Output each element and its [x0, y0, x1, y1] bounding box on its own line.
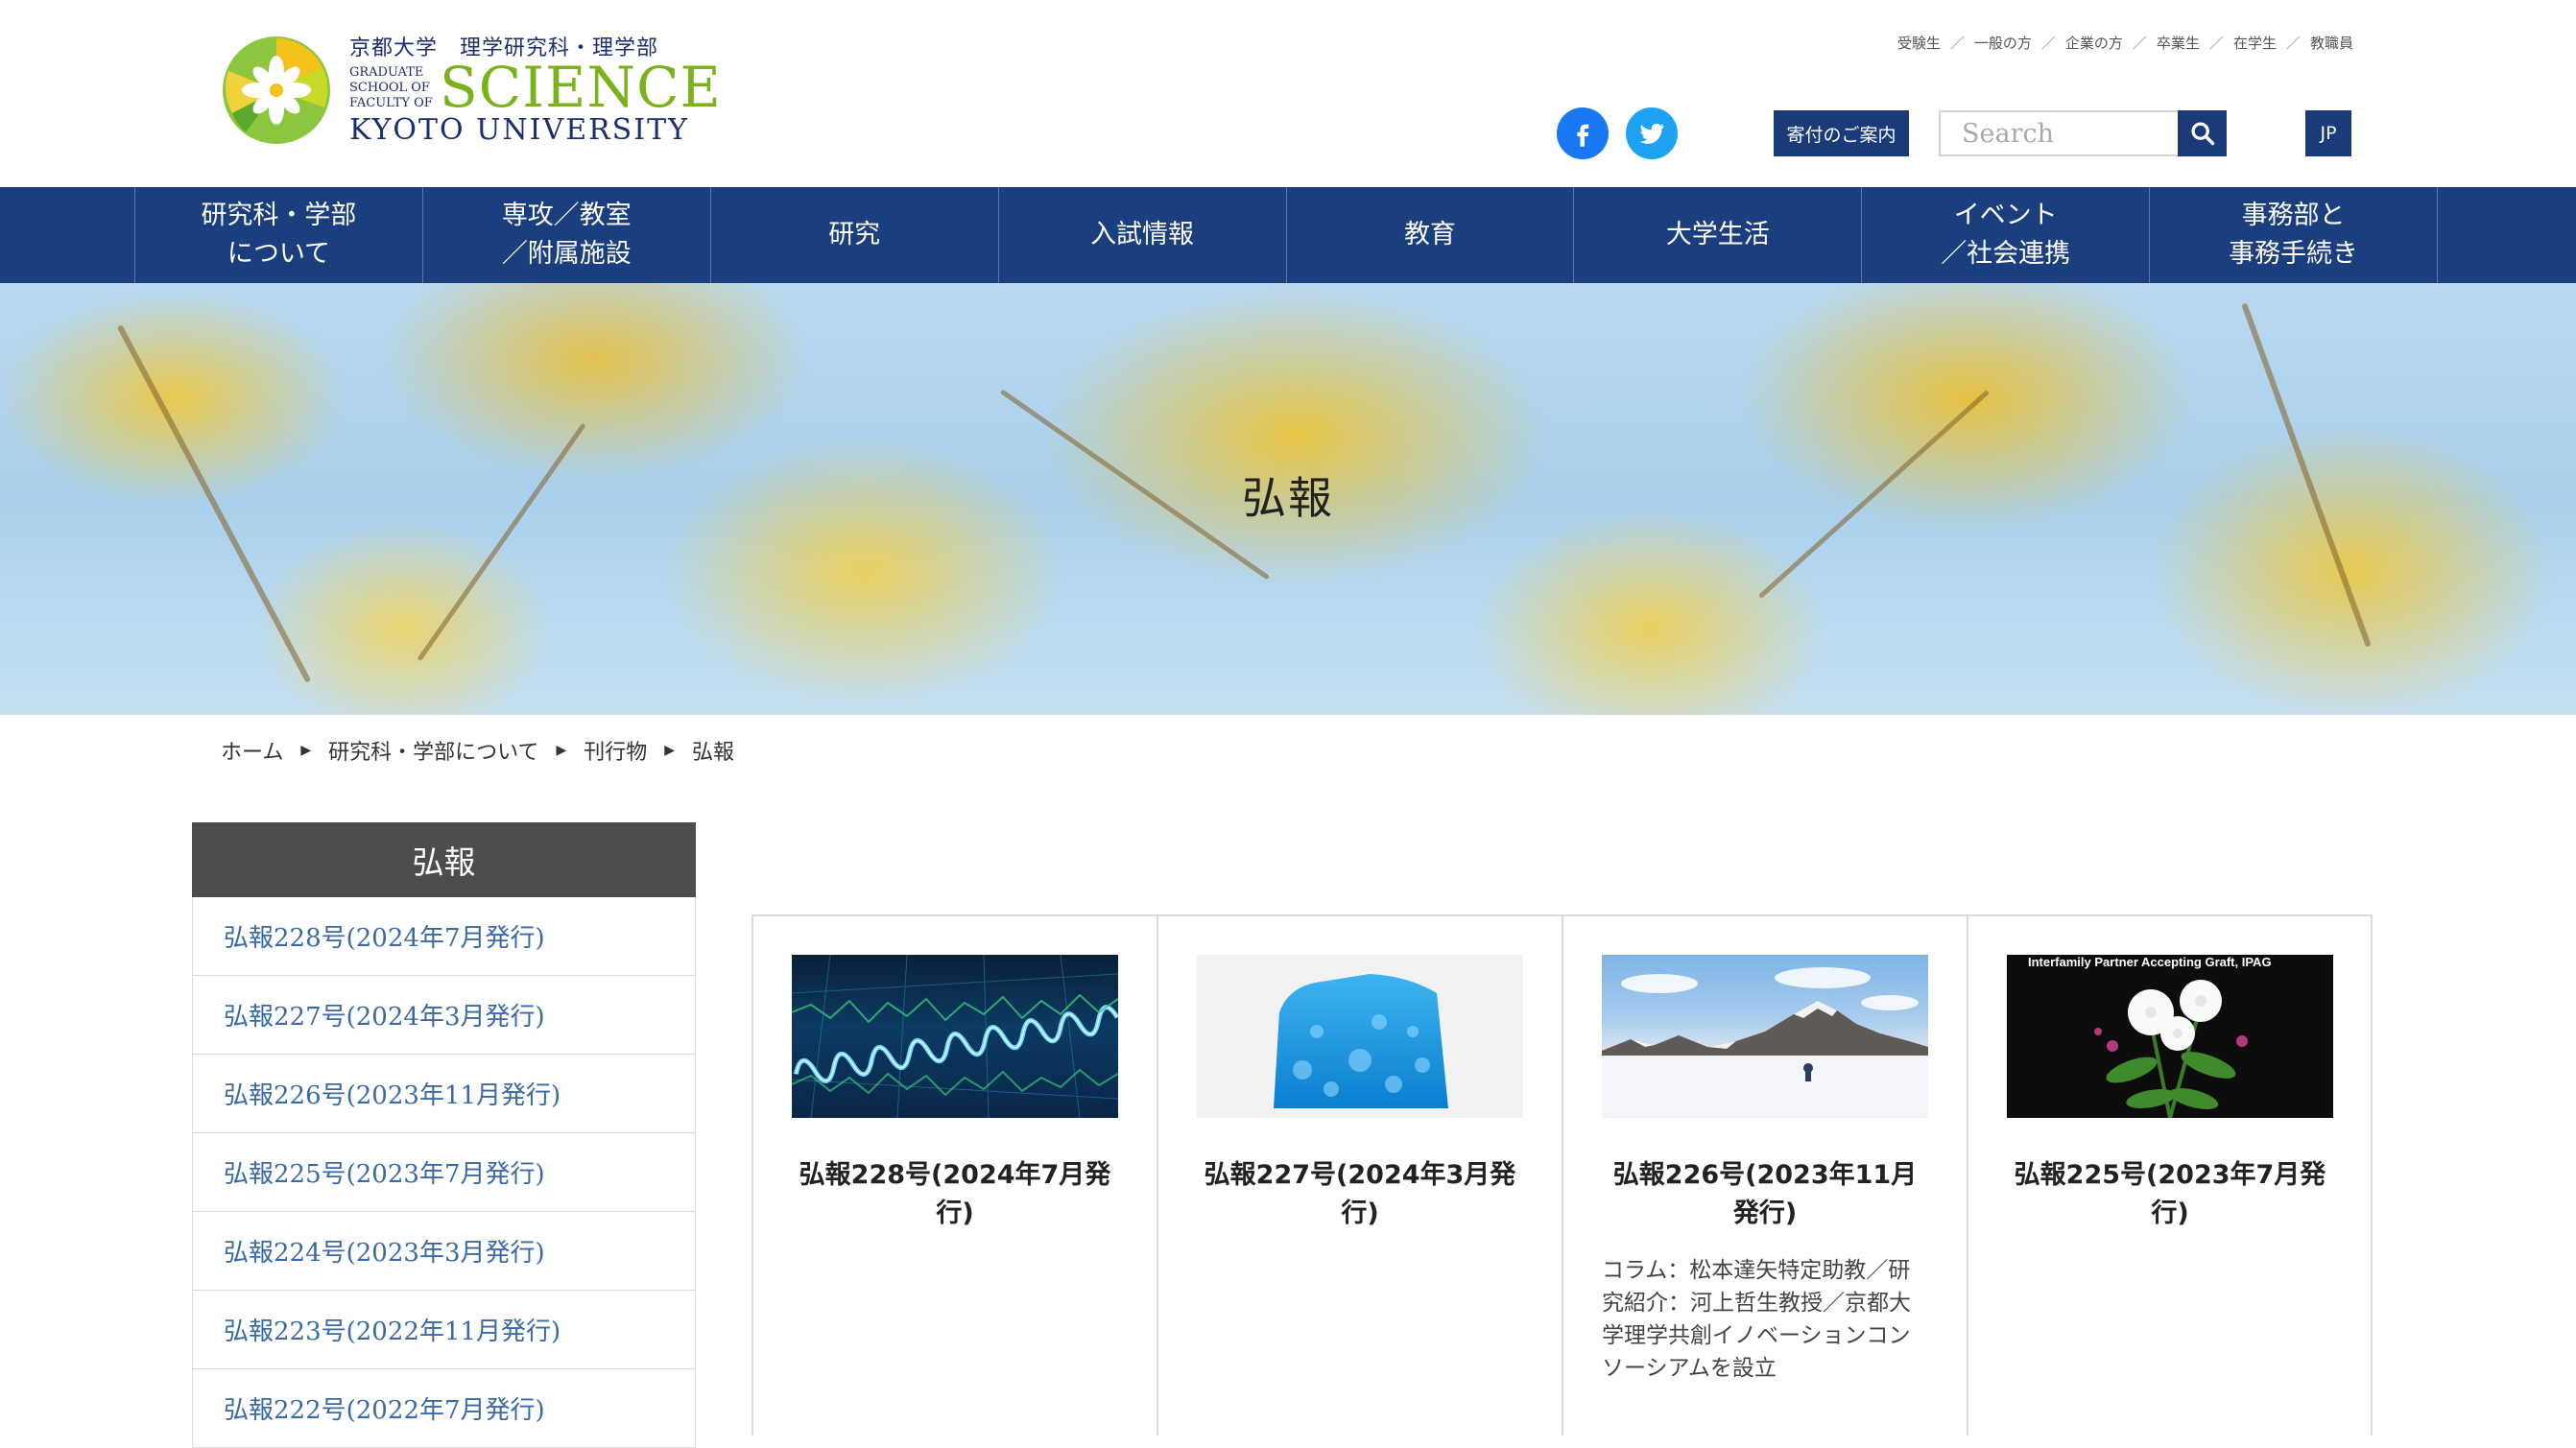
breadcrumb-home[interactable]: ホーム	[221, 735, 283, 766]
publication-card[interactable]: Interfamily Partner Accepting Graft, IPA…	[1968, 916, 2372, 1436]
logo-grad-line: GRADUATE	[349, 65, 424, 80]
link-faculty-staff[interactable]: 教職員	[2310, 33, 2353, 53]
nav-item-about[interactable]: 研究科・学部 について	[135, 187, 423, 283]
breadcrumb-about[interactable]: 研究科・学部について	[328, 735, 538, 766]
breadcrumb-publications[interactable]: 刊行物	[584, 735, 647, 766]
nav-item-student-life[interactable]: 大学生活	[1574, 187, 1863, 283]
card-thumbnail	[792, 955, 1118, 1118]
sidebar-item[interactable]: 弘報224号(2023年3月発行)	[192, 1212, 696, 1291]
logo-grad-line: FACULTY OF	[349, 96, 433, 110]
site-search	[1939, 110, 2227, 156]
sidebar: 弘報 弘報228号(2024年7月発行) 弘報227号(2024年3月発行) 弘…	[192, 822, 696, 1448]
card-thumbnail	[1602, 955, 1928, 1118]
search-button[interactable]	[2178, 110, 2227, 156]
search-icon	[2190, 122, 2214, 146]
nav-item-admissions[interactable]: 入試情報	[999, 187, 1287, 283]
sidebar-item[interactable]: 弘報228号(2024年7月発行)	[192, 897, 696, 976]
nav-item-events[interactable]: イベント ／社会連携	[1862, 187, 2151, 283]
publication-card[interactable]: 弘報226号(2023年11月発行) コラム：松本達矢特定助教／研究紹介：河上哲…	[1563, 916, 1968, 1436]
site-logo[interactable]: 京都大学 理学研究科・理学部 GRADUATE SCHOOL OF FACULT…	[219, 29, 721, 154]
card-thumbnail	[1197, 955, 1523, 1118]
breadcrumb: ホーム ▶ 研究科・学部について ▶ 刊行物 ▶ 弘報	[221, 735, 734, 766]
link-general-public[interactable]: 一般の方	[1974, 33, 2032, 53]
card-thumbnail: Interfamily Partner Accepting Graft, IPA…	[2007, 955, 2333, 1118]
link-applicants[interactable]: 受験生	[1897, 33, 1941, 53]
social-links	[1557, 107, 1678, 159]
card-title: 弘報226号(2023年11月発行)	[1612, 1160, 1918, 1228]
thumbnail-caption: Interfamily Partner Accepting Graft, IPA…	[2028, 955, 2272, 969]
logo-science: SCIENCE	[440, 55, 722, 120]
nav-item-education[interactable]: 教育	[1287, 187, 1575, 283]
hero-branch	[417, 422, 586, 662]
link-separator: ／	[2132, 35, 2147, 52]
publication-card[interactable]: 弘報227号(2024年3月発行)	[1158, 916, 1563, 1436]
breadcrumb-arrow-icon: ▶	[556, 743, 567, 758]
logo-grad-line: SCHOOL OF	[349, 81, 430, 95]
sidebar-item[interactable]: 弘報225号(2023年7月発行)	[192, 1133, 696, 1212]
sidebar-item[interactable]: 弘報226号(2023年11月発行)	[192, 1055, 696, 1133]
sidebar-item[interactable]: 弘報223号(2022年11月発行)	[192, 1291, 696, 1369]
card-title: 弘報228号(2024年7月発行)	[799, 1160, 1111, 1228]
donate-button[interactable]: 寄付のご案内	[1774, 110, 1909, 156]
ginkgo-leaf-logo-icon	[223, 36, 330, 144]
global-nav: 研究科・学部 について 専攻／教室 ／附属施設 研究 入試情報 教育 大学生活 …	[0, 187, 2576, 283]
link-separator: ／	[2285, 35, 2301, 52]
sidebar-item[interactable]: 弘報222号(2022年7月発行)	[192, 1369, 696, 1448]
sidebar-item[interactable]: 弘報227号(2024年3月発行)	[192, 976, 696, 1055]
card-description: コラム：松本達矢特定助教／研究紹介：河上哲生教授／京都大学理学共創イノベーション…	[1602, 1258, 1911, 1381]
link-companies[interactable]: 企業の方	[2065, 33, 2123, 53]
card-title: 弘報225号(2023年7月発行)	[2014, 1160, 2326, 1228]
breadcrumb-arrow-icon: ▶	[664, 743, 676, 758]
nav-item-departments[interactable]: 専攻／教室 ／附属施設	[423, 187, 711, 283]
audience-links: 受験生 ／ 一般の方 ／ 企業の方 ／ 卒業生 ／ 在学生 ／ 教職員	[1897, 33, 2353, 53]
link-separator: ／	[2040, 35, 2056, 52]
nav-item-office[interactable]: 事務部と 事務手続き	[2150, 187, 2438, 283]
card-title: 弘報227号(2024年3月発行)	[1204, 1160, 1516, 1228]
site-header: 京都大学 理学研究科・理学部 GRADUATE SCHOOL OF FACULT…	[0, 0, 2576, 187]
facebook-icon[interactable]	[1557, 107, 1609, 159]
search-input[interactable]	[1939, 110, 2178, 156]
nav-item-research[interactable]: 研究	[711, 187, 999, 283]
link-alumni[interactable]: 卒業生	[2157, 33, 2200, 53]
logo-graduate-school-text: GRADUATE SCHOOL OF FACULTY OF	[349, 65, 438, 111]
breadcrumb-current: 弘報	[692, 741, 735, 765]
publication-card[interactable]: 弘報228号(2024年7月発行)	[753, 916, 1158, 1436]
link-current-students[interactable]: 在学生	[2233, 33, 2277, 53]
twitter-icon[interactable]	[1626, 107, 1678, 159]
publication-grid: 弘報228号(2024年7月発行) 弘報227号(2024年3月発行) 弘報22…	[751, 914, 2373, 1436]
language-switch-button[interactable]: JP	[2305, 110, 2351, 156]
logo-kyoto-university: KYOTO UNIVERSITY	[349, 113, 689, 147]
page-title: 弘報	[1242, 472, 1334, 524]
link-separator: ／	[2208, 35, 2224, 52]
breadcrumb-arrow-icon: ▶	[300, 743, 312, 758]
link-separator: ／	[1949, 35, 1965, 52]
sidebar-heading: 弘報	[192, 822, 696, 897]
hero-banner: 弘報	[0, 283, 2576, 715]
